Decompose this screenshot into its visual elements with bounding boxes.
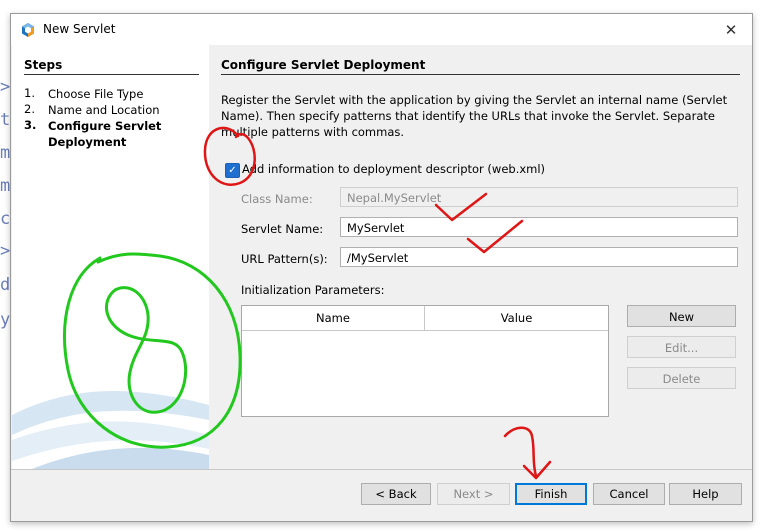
step-number: 2. bbox=[24, 102, 35, 116]
decorative-swoosh-graphic bbox=[12, 391, 209, 469]
bg-code-char: m bbox=[0, 176, 11, 196]
window-title: New Servlet bbox=[43, 22, 116, 36]
checkmark-icon: ✓ bbox=[228, 165, 237, 176]
step-label: Configure Servlet Deployment bbox=[48, 119, 162, 149]
section-divider bbox=[221, 74, 740, 75]
close-icon: ✕ bbox=[724, 20, 738, 39]
column-header-name[interactable]: Name bbox=[242, 306, 425, 330]
cancel-button[interactable]: Cancel bbox=[593, 483, 665, 505]
steps-title: Steps bbox=[24, 58, 63, 72]
next-button: Next > bbox=[437, 483, 510, 505]
init-params-label: Initialization Parameters: bbox=[241, 283, 385, 297]
section-title: Configure Servlet Deployment bbox=[221, 58, 426, 72]
bg-code-char: t bbox=[0, 110, 11, 130]
edit-param-button: Edit... bbox=[627, 336, 736, 358]
delete-param-button: Delete bbox=[627, 367, 736, 389]
init-params-table[interactable]: Name Value bbox=[241, 305, 609, 417]
deployment-descriptor-checkbox[interactable]: ✓ bbox=[225, 163, 240, 178]
servlet-name-label: Servlet Name: bbox=[241, 222, 324, 236]
table-header: Name Value bbox=[242, 306, 608, 331]
class-name-label: Class Name: bbox=[241, 192, 313, 206]
title-bar[interactable]: New Servlet ✕ bbox=[11, 14, 752, 45]
finish-button[interactable]: Finish bbox=[515, 483, 587, 505]
bg-code-char: m bbox=[0, 143, 11, 163]
servlet-name-field[interactable]: MyServlet bbox=[340, 217, 738, 237]
bg-code-char: y bbox=[0, 310, 11, 330]
bg-code-char: > bbox=[0, 77, 11, 97]
new-param-button[interactable]: New bbox=[627, 305, 736, 327]
footer-divider bbox=[11, 469, 752, 470]
step-label: Name and Location bbox=[48, 103, 160, 117]
step-number: 3. bbox=[24, 118, 37, 132]
step-number: 1. bbox=[24, 86, 35, 100]
description-text: Register the Servlet with the applicatio… bbox=[221, 93, 728, 139]
close-button[interactable]: ✕ bbox=[710, 14, 752, 45]
class-name-field: Nepal.MyServlet bbox=[340, 187, 738, 207]
step-label: Choose File Type bbox=[48, 87, 144, 101]
new-servlet-dialog: New Servlet ✕ Steps 1. Choose File Type … bbox=[10, 13, 753, 522]
back-button[interactable]: < Back bbox=[361, 483, 431, 505]
steps-panel: Steps 1. Choose File Type 2. Name and Lo… bbox=[12, 45, 209, 469]
help-button[interactable]: Help bbox=[669, 483, 742, 505]
url-pattern-field[interactable]: /MyServlet bbox=[340, 247, 738, 267]
steps-divider bbox=[24, 74, 199, 75]
bg-code-char: c bbox=[0, 209, 11, 229]
bg-code-char: d bbox=[0, 275, 11, 295]
url-pattern-label: URL Pattern(s): bbox=[241, 252, 328, 266]
checkbox-label[interactable]: Add information to deployment descriptor… bbox=[242, 162, 545, 176]
column-header-value[interactable]: Value bbox=[425, 306, 608, 330]
netbeans-logo-icon bbox=[22, 23, 34, 37]
bg-code-char: > bbox=[0, 241, 11, 261]
